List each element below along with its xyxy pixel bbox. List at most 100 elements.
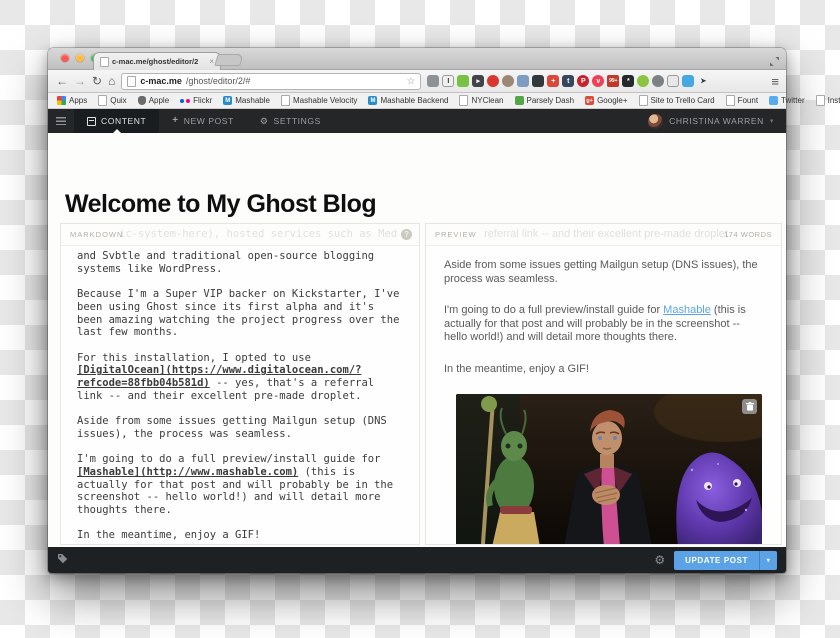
delete-image-button[interactable]: [742, 399, 757, 414]
bookmark-item[interactable]: Quix: [98, 95, 126, 106]
home-icon[interactable]: ⌂: [108, 75, 115, 87]
extension-icon[interactable]: *: [622, 75, 634, 87]
bookmark-label: Site to Trello Card: [651, 96, 715, 105]
extension-icon[interactable]: ➤: [697, 75, 709, 87]
extension-glyph: 99+: [609, 79, 617, 84]
extension-icon[interactable]: [457, 75, 469, 87]
bookmark-item[interactable]: Site to Trello Card: [639, 95, 715, 106]
bookmark-item[interactable]: Mashable Velocity: [281, 95, 357, 106]
bookmark-icon: [281, 95, 290, 106]
bookmark-item[interactable]: M Mashable: [223, 96, 270, 105]
bookmark-item[interactable]: Apple: [138, 96, 169, 105]
bookmark-icon: [515, 96, 524, 105]
reload-icon[interactable]: ↻: [92, 75, 102, 87]
update-post-label[interactable]: UPDATE POST: [674, 551, 759, 570]
address-bar[interactable]: c-mac.me /ghost/editor/2/# ☆: [121, 73, 421, 90]
bookmark-item[interactable]: Flickr: [180, 96, 212, 105]
bookmark-item[interactable]: g+ Google+: [585, 96, 627, 105]
bookmark-item[interactable]: M Mashable Backend: [368, 96, 448, 105]
user-name: CHRISTINA WARREN: [669, 116, 764, 126]
bookmark-icon: [138, 96, 146, 105]
extension-icon[interactable]: +: [547, 75, 559, 87]
nav-item-settings[interactable]: ⚙ SETTINGS: [247, 109, 334, 133]
close-window-button[interactable]: [61, 54, 69, 62]
markdown-editor[interactable]: and Svbtle and traditional open-source b…: [61, 246, 419, 545]
bookmark-item[interactable]: Twitter: [769, 96, 805, 105]
user-menu[interactable]: CHRISTINA WARREN ▾: [648, 109, 786, 133]
nav-item-label: CONTENT: [101, 116, 146, 126]
extension-glyph: ▸: [477, 78, 481, 85]
bookmark-icon: M: [223, 96, 232, 105]
editor-page: Welcome to My Ghost Blog MARKDOWN ic-sys…: [48, 180, 786, 547]
back-icon[interactable]: ←: [56, 75, 68, 87]
extension-icon[interactable]: [502, 75, 514, 87]
markdown-help-icon[interactable]: ?: [401, 229, 412, 240]
extension-icon[interactable]: v: [592, 75, 604, 87]
extension-glyph: v: [596, 78, 600, 85]
extension-icon[interactable]: ▸: [472, 75, 484, 87]
extension-icon[interactable]: [637, 75, 649, 87]
nav-item-new-post[interactable]: + NEW POST: [159, 109, 247, 133]
preview-text: I'm going to do a full preview/install g…: [444, 304, 663, 316]
extension-icon[interactable]: 99+: [607, 75, 619, 87]
new-tab-button[interactable]: [214, 54, 244, 66]
gif-image: [456, 394, 762, 545]
preview-label: PREVIEW: [435, 230, 477, 239]
chrome-menu-icon[interactable]: ≡: [771, 74, 778, 89]
bookmark-icon: g+: [585, 96, 594, 105]
bookmark-star-icon[interactable]: ☆: [406, 76, 415, 87]
bookmark-label: Quix: [110, 96, 126, 105]
bookmark-item[interactable]: Instapaper: [816, 95, 840, 106]
nav-item-content[interactable]: CONTENT: [74, 109, 159, 133]
bookmark-label: Mashable Velocity: [293, 96, 357, 105]
extension-icon[interactable]: [652, 75, 664, 87]
post-settings-gear-icon[interactable]: ⚙: [654, 554, 665, 566]
markdown-segment: (this is actually for that post and will…: [77, 466, 393, 545]
bookmark-icon: [816, 95, 825, 106]
ghost-menu-icon[interactable]: [48, 109, 74, 133]
bookmark-item[interactable]: Parsely Dash: [515, 96, 575, 105]
bookmark-icon: [180, 99, 184, 103]
bookmark-label: NYClean: [471, 96, 503, 105]
forward-icon[interactable]: →: [74, 75, 86, 87]
extension-icon[interactable]: [517, 75, 529, 87]
browser-toolbar: ← → ↻ ⌂ c-mac.me /ghost/editor/2/# ☆ I ▸ +…: [48, 70, 786, 93]
bookmark-label: Twitter: [781, 96, 805, 105]
bookmark-label: Instapaper: [828, 96, 840, 105]
post-title[interactable]: Welcome to My Ghost Blog: [48, 180, 786, 227]
bookmark-item[interactable]: Apps: [57, 96, 87, 105]
extension-glyph: ➤: [700, 78, 706, 85]
browser-window: c-mac.me/ghost/editor/2 × ← → ↻ ⌂ c-mac.…: [48, 48, 786, 573]
bookmark-item[interactable]: NYClean: [459, 95, 503, 106]
update-post-caret[interactable]: ▾: [759, 551, 777, 570]
tag-icon[interactable]: [57, 551, 68, 569]
mashable-link[interactable]: Mashable: [663, 304, 711, 316]
bookmark-label: Fount: [738, 96, 758, 105]
extension-icon[interactable]: [487, 75, 499, 87]
bookmark-label: Flickr: [193, 96, 212, 105]
bookmark-icon: [769, 96, 778, 105]
extension-icon[interactable]: [427, 75, 439, 87]
markdown-header: MARKDOWN ic-system-here), hosted service…: [61, 224, 419, 246]
bookmark-label: Mashable Backend: [380, 96, 448, 105]
bookmark-label: Parsely Dash: [527, 96, 575, 105]
extension-icon[interactable]: [682, 75, 694, 87]
extension-icon[interactable]: [667, 75, 679, 87]
nav-item-label: NEW POST: [184, 116, 234, 126]
extension-icon[interactable]: P: [577, 75, 589, 87]
extension-icon[interactable]: [532, 75, 544, 87]
browser-tab[interactable]: c-mac.me/ghost/editor/2 ×: [93, 52, 221, 70]
minimize-window-button[interactable]: [76, 54, 84, 62]
extension-icons: I ▸ +tPv 99+ * ➤: [427, 75, 709, 87]
bookmark-icon: [639, 95, 648, 106]
editor-footer: ⚙ UPDATE POST ▾: [48, 547, 786, 573]
tab-favicon: [100, 57, 109, 67]
avatar: [648, 114, 663, 129]
page-icon: [127, 76, 136, 87]
extension-icon[interactable]: t: [562, 75, 574, 87]
bookmarks-bar: Apps Quix Apple Flickr M Mashable Mashab…: [48, 93, 786, 109]
fullscreen-icon[interactable]: [770, 53, 779, 71]
tab-title: c-mac.me/ghost/editor/2: [112, 57, 206, 66]
bookmark-item[interactable]: Fount: [726, 95, 758, 106]
extension-icon[interactable]: I: [442, 75, 454, 87]
